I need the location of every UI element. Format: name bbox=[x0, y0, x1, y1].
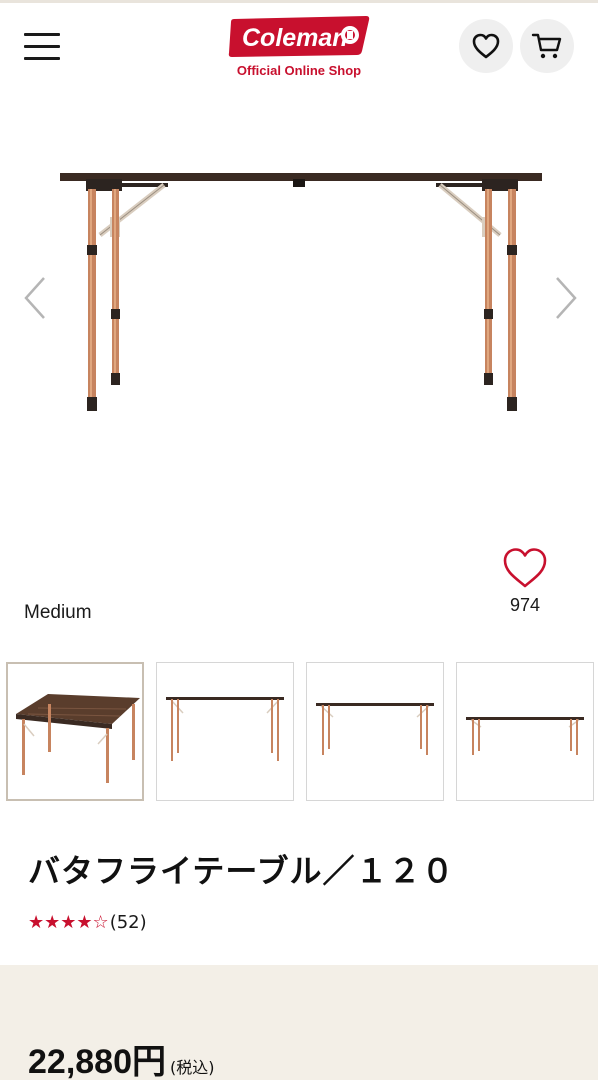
variant-label: Medium bbox=[24, 602, 92, 623]
hamburger-menu-icon[interactable] bbox=[22, 31, 62, 63]
product-rating[interactable]: ★★★★☆ (52) bbox=[28, 908, 147, 936]
chevron-left-icon[interactable] bbox=[16, 270, 56, 326]
site-header: Coleman Official Online Shop bbox=[0, 3, 598, 87]
cart-icon bbox=[531, 33, 562, 59]
logo-wordmark: Coleman bbox=[242, 24, 348, 52]
heart-outline-icon bbox=[503, 548, 547, 588]
tax-note: (税込) bbox=[170, 1058, 215, 1077]
like-button[interactable]: 974 bbox=[495, 546, 555, 618]
thumbnail-2[interactable] bbox=[156, 662, 294, 801]
thumbnail-3[interactable] bbox=[306, 662, 444, 801]
coleman-logo[interactable]: Coleman Official Online Shop bbox=[226, 13, 372, 85]
thumbnail-4[interactable] bbox=[456, 662, 594, 801]
thumbnail-1[interactable] bbox=[6, 662, 144, 801]
thumbnail-strip bbox=[6, 662, 594, 802]
favorites-button[interactable] bbox=[459, 19, 513, 73]
like-count: 974 bbox=[509, 595, 541, 615]
review-count[interactable]: (52) bbox=[110, 912, 147, 933]
chevron-right-icon[interactable] bbox=[545, 270, 585, 326]
cart-button[interactable] bbox=[520, 19, 574, 73]
product-price: 22,880円 (税込) bbox=[28, 1034, 215, 1080]
rating-stars: ★★★★☆ bbox=[28, 911, 109, 933]
product-title: バタフライテーブル／１２０ bbox=[28, 852, 455, 890]
heart-icon bbox=[472, 33, 500, 59]
price-value: 22,880円 bbox=[28, 1043, 166, 1080]
logo-subtitle: Official Online Shop bbox=[236, 63, 362, 78]
product-main-image[interactable] bbox=[0, 95, 598, 525]
